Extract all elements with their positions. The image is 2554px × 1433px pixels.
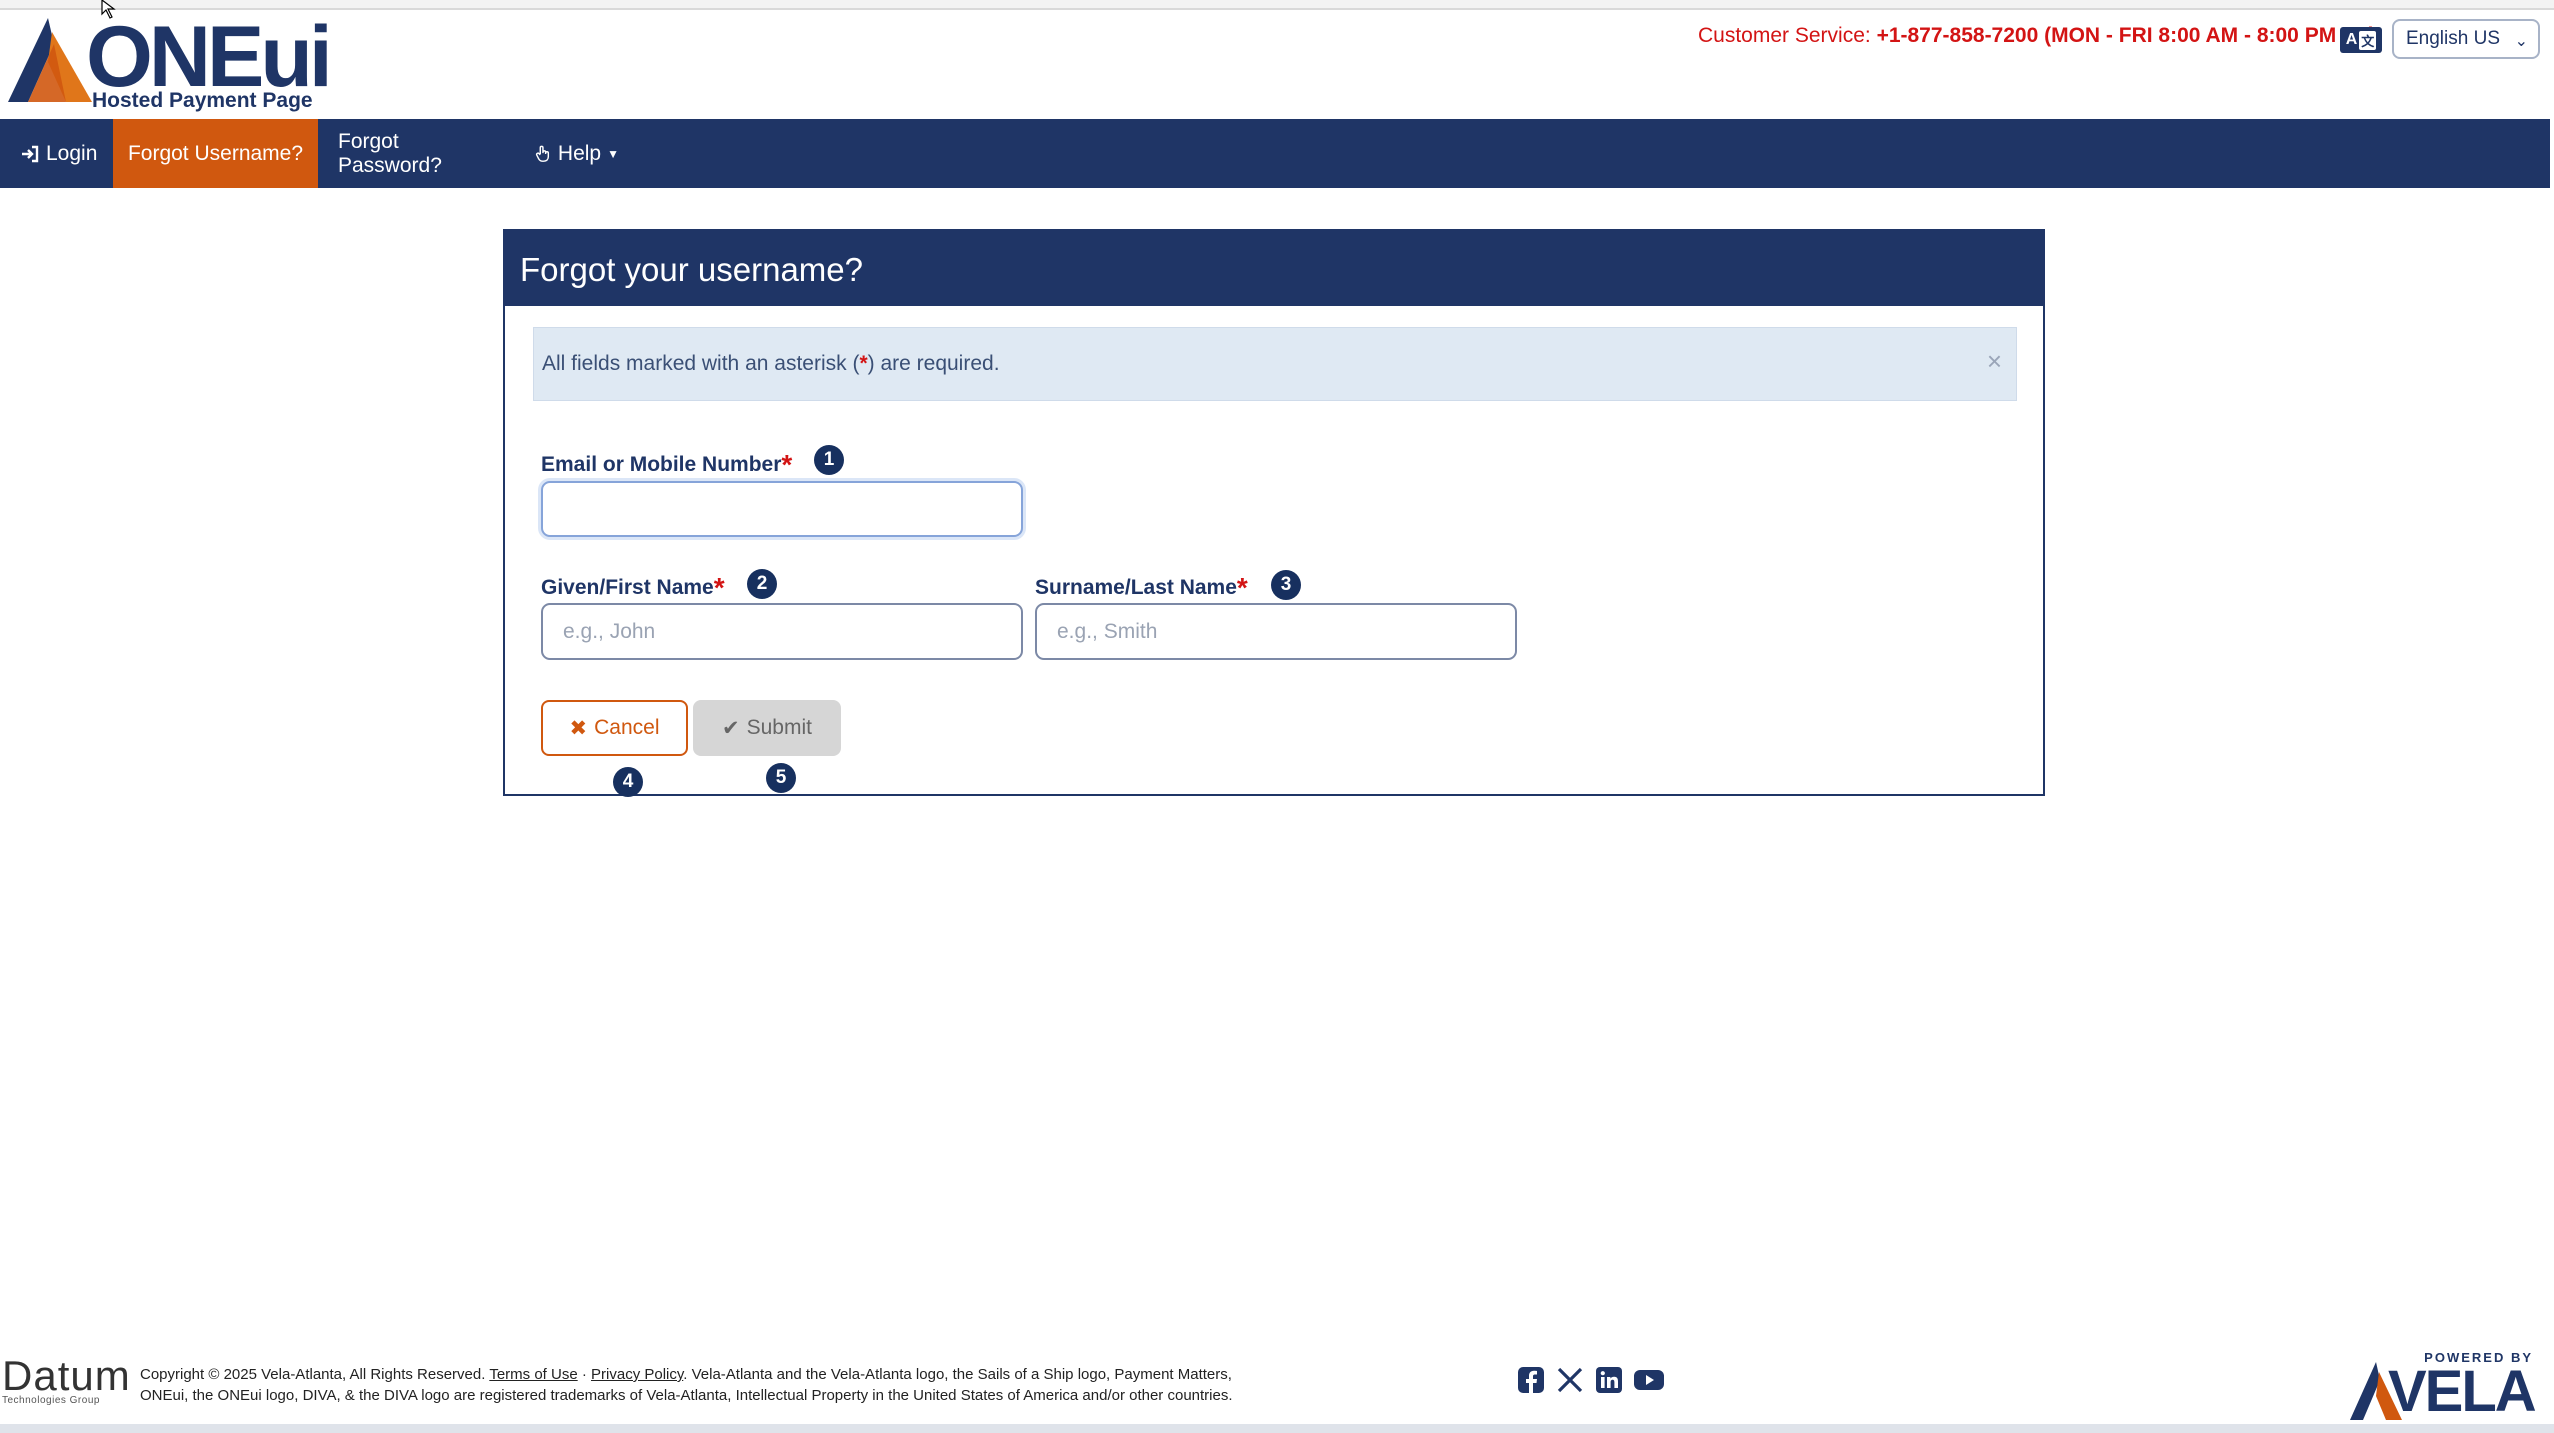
last-name-label: Surname/Last Name* bbox=[1035, 572, 1248, 603]
required-fields-alert: All fields marked with an asterisk (*) a… bbox=[533, 327, 2017, 401]
hand-pointer-icon bbox=[535, 145, 550, 162]
nav-forgot-password[interactable]: Forgot Password? bbox=[338, 119, 508, 188]
nav-help-label: Help bbox=[557, 141, 602, 165]
chevron-down-icon: ⌄ bbox=[2514, 33, 2528, 50]
oneui-logo[interactable]: ONEui Hosted Payment Page bbox=[8, 12, 353, 117]
terms-of-use-link[interactable]: Terms of Use bbox=[489, 1366, 577, 1383]
step-badge-5: 5 bbox=[766, 763, 796, 793]
first-name-label: Given/First Name* bbox=[541, 572, 725, 603]
nav-login[interactable]: Login bbox=[20, 119, 100, 188]
linkedin-icon[interactable] bbox=[1595, 1366, 1623, 1394]
submit-button[interactable]: ✔ Submit bbox=[693, 700, 841, 756]
sign-in-icon bbox=[22, 145, 39, 162]
first-name-placeholder: e.g., John bbox=[563, 619, 656, 643]
facebook-icon[interactable] bbox=[1517, 1366, 1545, 1394]
caret-down-icon: ▼ bbox=[607, 146, 619, 161]
card-header: Forgot your username? bbox=[505, 231, 2043, 306]
step-badge-3: 3 bbox=[1271, 570, 1301, 600]
nav-login-label: Login bbox=[46, 141, 98, 165]
x-icon[interactable] bbox=[1556, 1366, 1584, 1394]
oneui-sail-icon bbox=[8, 18, 92, 102]
cancel-button-label: Cancel bbox=[594, 716, 660, 739]
alert-text: All fields marked with an asterisk (*) a… bbox=[542, 352, 1000, 375]
first-name-input[interactable]: e.g., John bbox=[541, 603, 1023, 660]
datum-subtitle: Technologies Group bbox=[2, 1395, 100, 1406]
last-name-placeholder: e.g., Smith bbox=[1057, 619, 1158, 643]
powered-by-vela-logo[interactable]: POWERED BY VELA bbox=[2350, 1350, 2545, 1424]
step-badge-1: 1 bbox=[814, 445, 844, 475]
datum-logo[interactable]: Datum Technologies Group bbox=[0, 1352, 131, 1407]
nav-forgot-password-label: Forgot Password? bbox=[338, 129, 442, 177]
browser-bottom-strip bbox=[0, 1424, 2554, 1433]
browser-top-strip bbox=[0, 0, 2554, 10]
alert-close-button[interactable]: × bbox=[1987, 346, 2002, 377]
customer-service-label: Customer Service: bbox=[1698, 24, 1871, 47]
email-input[interactable] bbox=[541, 481, 1023, 537]
cancel-button[interactable]: ✖ Cancel bbox=[541, 700, 688, 756]
vela-wordmark: VELA bbox=[2388, 1359, 2537, 1424]
copyright-text: Copyright © 2025 Vela-Atlanta, All Right… bbox=[140, 1366, 1233, 1404]
customer-service-phone: +1-877-858-7200 (MON - FRI 8:00 AM - 8:0… bbox=[1876, 24, 2376, 47]
check-icon: ✔ bbox=[722, 716, 740, 740]
youtube-icon[interactable] bbox=[1633, 1366, 1665, 1394]
nav-forgot-username-label: Forgot Username? bbox=[127, 141, 304, 165]
language-selected: English US bbox=[2406, 28, 2500, 49]
datum-wordmark: Datum bbox=[2, 1352, 131, 1399]
last-name-input[interactable]: e.g., Smith bbox=[1035, 603, 1517, 660]
card-title: Forgot your username? bbox=[520, 251, 864, 288]
nav-help[interactable]: Help ▼ bbox=[534, 119, 619, 188]
main-nav: Login Forgot Username? Forgot Password? … bbox=[0, 119, 2550, 188]
language-select[interactable]: English US ⌄ bbox=[2392, 19, 2540, 59]
email-label: Email or Mobile Number* bbox=[541, 449, 793, 480]
step-badge-4: 4 bbox=[613, 767, 643, 797]
close-icon: ✖ bbox=[569, 716, 588, 740]
submit-button-label: Submit bbox=[746, 716, 812, 739]
step-badge-2: 2 bbox=[747, 569, 777, 599]
customer-service: Customer Service: +1-877-858-7200 (MON -… bbox=[1698, 24, 2376, 48]
nav-forgot-username[interactable]: Forgot Username? bbox=[113, 119, 318, 188]
language-icon[interactable]: A文 bbox=[2340, 27, 2382, 53]
privacy-policy-link[interactable]: Privacy Policy bbox=[591, 1366, 683, 1383]
logo-subtitle: Hosted Payment Page bbox=[92, 89, 313, 112]
forgot-username-card: Forgot your username? All fields marked … bbox=[503, 229, 2045, 797]
